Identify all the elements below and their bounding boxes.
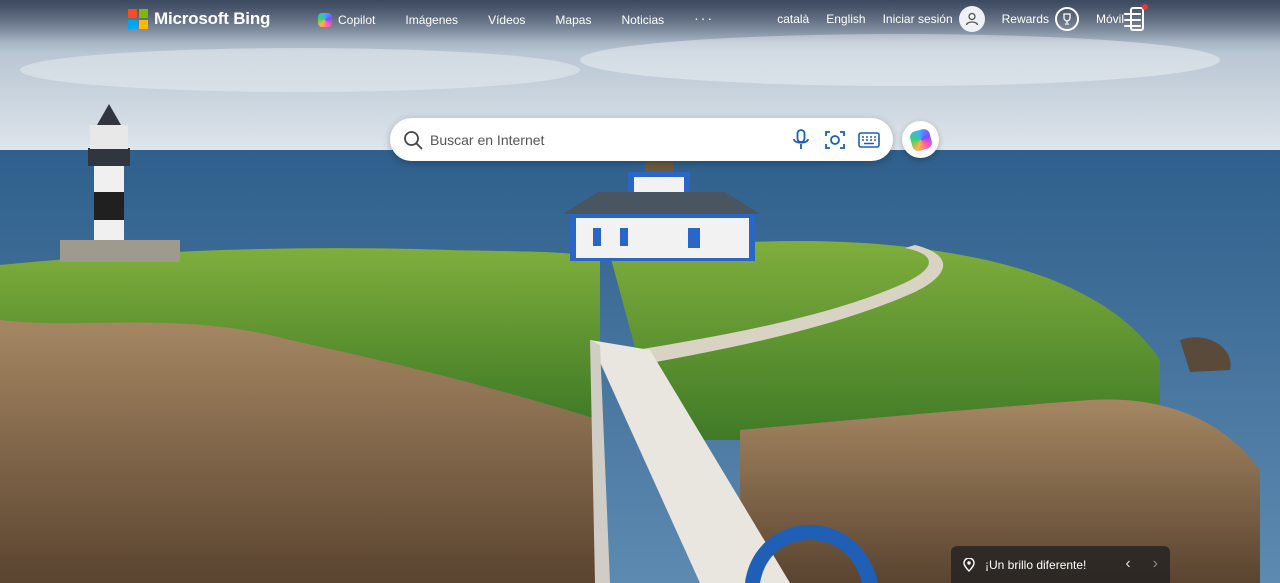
- next-image-button[interactable]: ›: [1153, 555, 1158, 573]
- header-right: català English Iniciar sesión Rewards Mó…: [760, 4, 1148, 32]
- hamburger-menu-icon[interactable]: [1124, 13, 1141, 27]
- user-avatar-icon: [958, 6, 985, 32]
- nav-copilot[interactable]: Copilot: [318, 13, 375, 27]
- previous-image-button[interactable]: ‹: [1125, 555, 1130, 573]
- copilot-button[interactable]: [902, 121, 939, 158]
- search-tools: [789, 128, 881, 152]
- copilot-icon: [908, 127, 933, 152]
- language-catalan-link[interactable]: català: [777, 12, 809, 26]
- language-english-link[interactable]: English: [826, 12, 865, 26]
- notification-dot: [1142, 4, 1148, 10]
- image-caption-bar: ¡Un brillo diferente! ‹ ›: [951, 546, 1170, 583]
- mobile-label: Móvil: [1095, 12, 1124, 26]
- microphone-icon[interactable]: [789, 128, 813, 152]
- sign-in-button[interactable]: Iniciar sesión: [883, 6, 985, 32]
- search-icon: [404, 130, 423, 149]
- rewards-button[interactable]: Rewards: [1002, 7, 1079, 31]
- nav-news[interactable]: Noticias: [621, 13, 664, 27]
- nav-label: Vídeos: [488, 13, 526, 27]
- brand-name: Microsoft Bing: [154, 9, 271, 28]
- nav-maps[interactable]: Mapas: [555, 13, 591, 27]
- search-input[interactable]: [430, 124, 770, 155]
- image-caption-text[interactable]: ¡Un brillo diferente!: [985, 558, 1086, 572]
- microsoft-logo-icon: [128, 9, 148, 29]
- location-pin-icon: [963, 557, 975, 572]
- nav-label: Copilot: [338, 13, 376, 27]
- nav-images[interactable]: Imágenes: [405, 13, 458, 27]
- keyboard-icon[interactable]: [857, 128, 881, 152]
- copilot-icon: [318, 13, 332, 27]
- top-bar: Microsoft Bing Copilot Imágenes Vídeos M…: [0, 0, 1280, 42]
- nav-label: Imágenes: [405, 13, 459, 27]
- trophy-icon: [1054, 7, 1079, 31]
- main-nav: Copilot Imágenes Vídeos Mapas Noticias ·…: [318, 10, 744, 27]
- search-box: [390, 118, 893, 161]
- visual-search-icon[interactable]: [823, 128, 847, 152]
- nav-label: Mapas: [555, 13, 592, 27]
- image-nav-arrows: ‹ ›: [1125, 555, 1158, 573]
- background-image: [0, 0, 1280, 583]
- sign-in-label: Iniciar sesión: [882, 12, 953, 26]
- nav-label: Noticias: [621, 13, 665, 27]
- nav-videos[interactable]: Vídeos: [488, 13, 525, 27]
- more-menu-button[interactable]: ···: [694, 10, 714, 26]
- rewards-label: Rewards: [1001, 12, 1049, 26]
- bing-logo[interactable]: Microsoft Bing: [128, 8, 270, 30]
